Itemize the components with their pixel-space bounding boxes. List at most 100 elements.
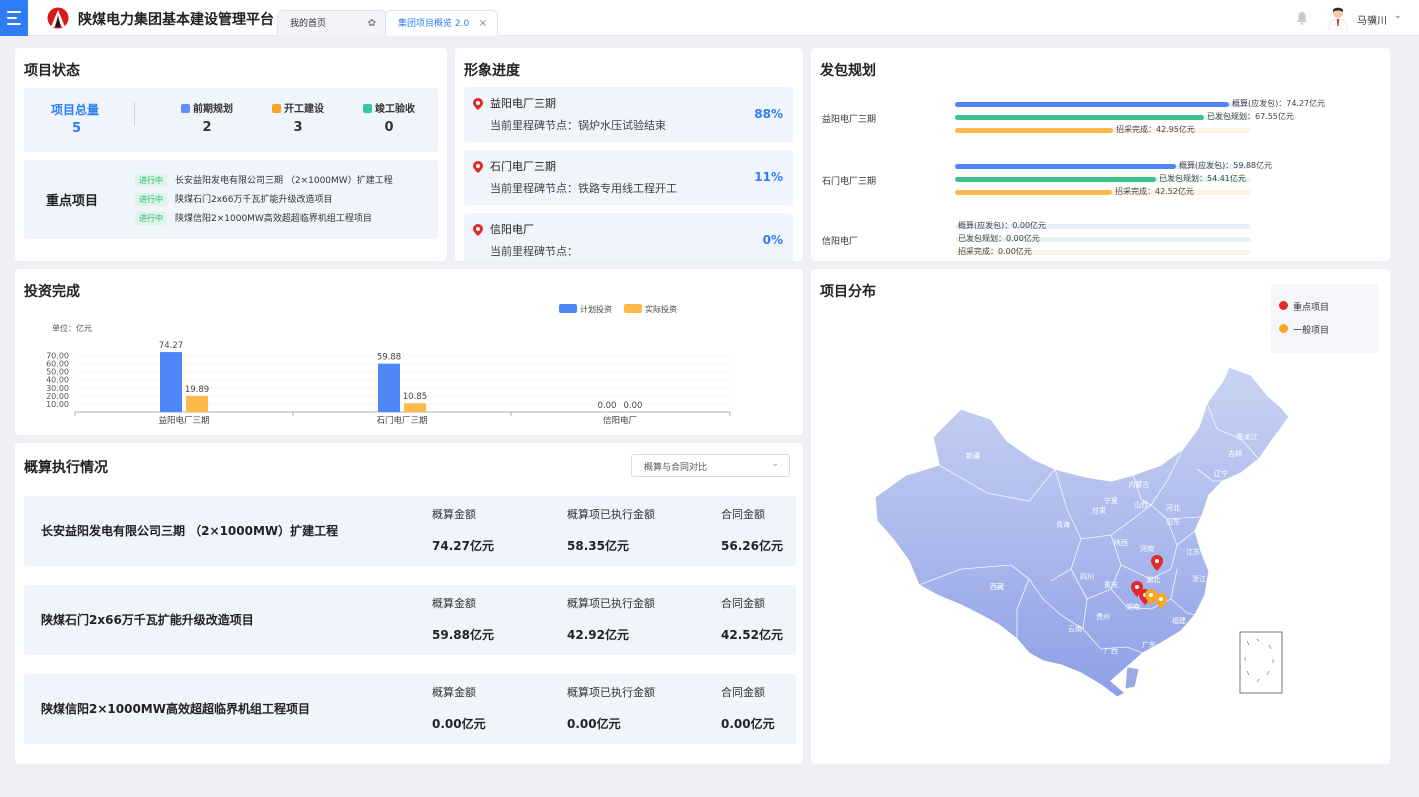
investment-panel: 投资完成 计划投资 实际投资 10.00 20.00 30.00 40.00 50.00… [15, 269, 803, 435]
budget-col-header: 概算项已执行金额 [567, 508, 655, 521]
plan-bar[interactable] [955, 164, 1176, 169]
bar-plan[interactable] [160, 352, 182, 412]
stat-completion-label: 竣工验收 [375, 104, 415, 115]
budget-panel: 概算执行情况 概算与合同对比 ⌄ 长安益阳发电有限公司三期 （2×1000MW）… [15, 443, 803, 764]
location-pin-icon [473, 161, 483, 173]
budget-project-name: 陕煤石门2x66万千瓦扩能升级改造项目 [41, 613, 254, 627]
compare-select[interactable]: 概算与合同对比 ⌄ [631, 454, 790, 477]
key-project-item[interactable]: 进行中 陕煤石门2x66万千瓦扩能升级改造项目 [135, 193, 333, 206]
chevron-down-icon[interactable]: ⌄ [1394, 11, 1402, 21]
budget-row[interactable]: 长安益阳发电有限公司三期 （2×1000MW）扩建工程 概算金额 74.27亿元 概算… [24, 496, 796, 566]
china-map[interactable]: 新疆西藏 内蒙古 黑龙江吉林辽宁青海 甘肃宁夏陕西 山西 河北山东河南 江苏湖北 四川重庆湖南… [811, 269, 1390, 764]
user-name[interactable]: 马骥川 [1357, 12, 1387, 27]
y-tick-label: 40.00 [46, 376, 69, 385]
budget-col-contract: 合同金额 42.52亿元 [721, 595, 783, 643]
plan-bar[interactable] [955, 190, 1112, 195]
stat-planning-value: 2 [202, 120, 212, 135]
bar-value-label: 59.88 [377, 353, 401, 363]
stat-construction-label: 开工建设 [284, 104, 324, 115]
plan-bar[interactable] [955, 115, 1204, 120]
progress-item[interactable]: 益阳电厂三期 当前里程碑节点：锅炉水压试验结束 88% [464, 87, 793, 142]
progress-percent: 11% [754, 170, 783, 184]
plan-project-label: 益阳电厂三期 [822, 115, 877, 125]
stat-construction[interactable]: 开工建设 3 [263, 100, 333, 135]
company-logo-icon [47, 7, 69, 29]
key-project-item[interactable]: 进行中 长安益阳发电有限公司三期 （2×1000MW）扩建工程 [135, 174, 393, 187]
tab-overview-label: 集团项目概览 2.0 [398, 19, 470, 29]
budget-col-executed: 概算项已执行金额 0.00亿元 [567, 684, 655, 732]
province-label: 重庆 [1104, 580, 1118, 589]
key-project-item[interactable]: 进行中 陕煤信阳2×1000MW高效超超临界机组工程项目 [135, 212, 372, 225]
budget-row[interactable]: 陕煤信阳2×1000MW高效超超临界机组工程项目 概算金额 0.00亿元 概算项已执行… [24, 674, 796, 744]
plan-bar[interactable] [955, 177, 1156, 182]
south-china-sea-inset [1239, 631, 1283, 694]
status-badge: 进行中 [135, 174, 167, 187]
progress-name: 益阳电厂三期 [490, 97, 556, 110]
tab-group-overview[interactable]: 集团项目概览 2.0 × [385, 10, 498, 36]
tab-home-label: 我的首页 [290, 19, 327, 29]
progress-name: 信阳电厂 [490, 223, 534, 236]
key-project-name: 陕煤石门2x66万千瓦扩能升级改造项目 [175, 195, 333, 205]
divider [134, 102, 135, 126]
province-label: 浙江 [1192, 574, 1206, 583]
plan-bar[interactable] [955, 128, 1113, 133]
budget-col-header: 概算项已执行金额 [567, 597, 655, 610]
budget-col-value: 0.00亿元 [567, 717, 621, 731]
plan-bar[interactable] [955, 102, 1229, 107]
stat-planning[interactable]: 前期规划 2 [172, 100, 242, 135]
province-label: 西藏 [990, 582, 1004, 591]
bell-icon[interactable] [1296, 11, 1308, 25]
unit-label: 单位：亿元 [52, 323, 92, 333]
bar-value-label: 0.00 [624, 401, 643, 411]
progress-panel: 形象进度 益阳电厂三期 当前里程碑节点：锅炉水压试验结束 88% 石门电厂三期 … [455, 48, 803, 261]
progress-node: 当前里程碑节点： [490, 245, 578, 258]
x-category-label: 信阳电厂 [603, 415, 637, 426]
budget-col-value: 59.88亿元 [432, 628, 494, 642]
stat-completion[interactable]: 竣工验收 0 [354, 100, 424, 135]
progress-item[interactable]: 石门电厂三期 当前里程碑节点：铁路专用线工程开工 11% [464, 150, 793, 205]
bar-plan[interactable] [378, 363, 400, 412]
bar-value-label: 0.00 [598, 401, 617, 411]
province-label: 云南 [1068, 624, 1082, 633]
budget-col-header: 合同金额 [721, 686, 765, 699]
project-status-panel: 项目状态 项目总量 5 前期规划 2 开工建设 3 竣工验收 0 重点项目 进行… [15, 48, 447, 261]
budget-col-value: 0.00亿元 [432, 717, 486, 731]
province-label: 山西 [1134, 500, 1148, 509]
budget-col-header: 概算项已执行金额 [567, 686, 655, 699]
progress-percent: 88% [754, 107, 783, 121]
close-icon[interactable]: × [479, 11, 487, 37]
province-label: 新疆 [966, 451, 980, 460]
progress-name: 石门电厂三期 [490, 160, 556, 173]
menu-icon[interactable] [0, 0, 28, 36]
province-label: 河北 [1166, 504, 1180, 512]
plan-bar-label: 招采完成：42.95亿元 [1116, 125, 1195, 134]
bar-value-label: 10.85 [403, 392, 427, 402]
progress-item[interactable]: 信阳电厂 当前里程碑节点： 0% [464, 213, 793, 261]
province-label: 山东 [1166, 517, 1180, 526]
gear-icon[interactable]: ✿ [368, 11, 376, 37]
tab-home[interactable]: 我的首页 ✿ [277, 10, 387, 36]
province-label: 福建 [1172, 616, 1186, 625]
hainan-island [1124, 666, 1140, 690]
top-bar: 陕煤电力集团基本建设管理平台 我的首页 ✿ 集团项目概览 2.0 × 马骥川 ⌄ [0, 0, 1419, 36]
y-tick-label: 20.00 [46, 392, 69, 401]
status-badge: 进行中 [135, 212, 167, 225]
bar-actual[interactable] [404, 403, 426, 412]
budget-title: 概算执行情况 [24, 460, 108, 476]
province-label: 陕西 [1114, 538, 1128, 547]
stat-planning-label: 前期规划 [193, 104, 233, 115]
total-value: 5 [72, 121, 82, 136]
avatar[interactable] [1327, 6, 1349, 30]
budget-row[interactable]: 陕煤石门2x66万千瓦扩能升级改造项目 概算金额 59.88亿元 概算项已执行金额 42… [24, 585, 796, 655]
budget-col-value: 42.52亿元 [721, 628, 783, 642]
china-map-outline[interactable] [874, 366, 1290, 698]
location-pin-icon [473, 224, 483, 236]
plan-bar-label: 已发包规划：67.55亿元 [1207, 112, 1294, 121]
y-tick-label: 10.00 [46, 400, 69, 409]
y-tick-label: 30.00 [46, 384, 69, 393]
key-projects-label: 重点项目 [46, 194, 99, 209]
bar-actual[interactable] [186, 395, 208, 412]
budget-col-header: 合同金额 [721, 508, 765, 521]
plan-bar-label: 概算(应发包)：74.27亿元 [1232, 99, 1326, 108]
key-project-name: 陕煤信阳2×1000MW高效超超临界机组工程项目 [175, 214, 372, 224]
